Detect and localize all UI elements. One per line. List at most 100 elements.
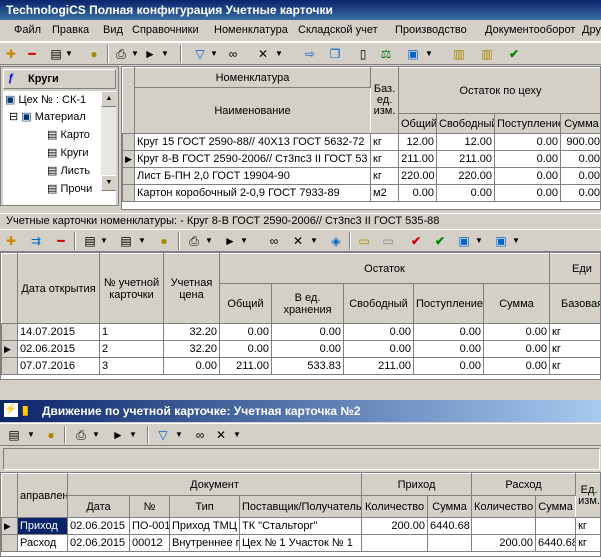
col-unit[interactable]: Баз. ед. изм. [370,67,399,134]
printer-icon[interactable]: ⎙ [186,233,202,249]
col-sum[interactable]: Сумма [560,113,600,134]
scroll-up-icon[interactable]: ▲ [101,91,116,107]
delete-icon[interactable]: ━ [53,233,69,249]
chevron-down-icon[interactable]: ▼ [240,233,248,249]
col-in-sum[interactable]: Сумма [427,495,473,518]
tools-icon[interactable]: ✕ [290,233,306,249]
tree-item-materials[interactable]: ⊟ ▣ Материал [9,110,86,127]
menu-file[interactable]: Файл [14,24,41,36]
document-icon[interactable]: ▤ [118,233,134,249]
menu-view[interactable]: Вид [103,24,123,36]
col-in-qty[interactable]: Количество [361,495,429,518]
chevron-down-icon[interactable]: ▼ [175,427,183,443]
printer-icon[interactable]: ⎙ [73,427,89,443]
open-folder-icon[interactable]: ▭ [356,233,372,249]
add-copy-icon[interactable]: ⇉ [28,233,44,249]
col-direction[interactable]: аправлен [17,473,68,518]
scan-icon[interactable]: ▣ [456,233,472,249]
chevron-down-icon[interactable]: ▼ [475,233,483,249]
col-price[interactable]: Учетная цена [163,253,220,324]
tree-item-other[interactable]: ▤ Прочи [47,182,92,199]
chevron-down-icon[interactable]: ▼ [100,233,108,249]
table-row-selected[interactable]: ▶ Приход 02.06.2015 ПО-001 Приход ТМЦ ТК… [1,517,600,535]
chevron-down-icon[interactable]: ▼ [512,233,520,249]
new-document-icon[interactable]: ▯ [355,46,371,62]
view-icon[interactable]: ▣ [493,233,509,249]
tools-icon[interactable]: ✕ [213,427,229,443]
play-icon[interactable]: ► [142,46,158,62]
menu-docflow[interactable]: Документооборот [485,24,575,36]
chevron-down-icon[interactable]: ▼ [425,46,433,62]
col-total[interactable]: Общий [219,283,272,324]
col-incoming[interactable]: Поступление [494,113,561,134]
chevron-down-icon[interactable]: ▼ [131,46,139,62]
lock-icon[interactable]: ● [156,233,172,249]
list-icon[interactable]: ▤ [6,427,22,443]
table-row[interactable]: Круг 15 ГОСТ 2590-88// 40Х13 ГОСТ 5632-7… [122,133,600,151]
col-free[interactable]: Свободный [436,113,495,134]
tree-item-sheets[interactable]: ▤ Листь [47,164,90,181]
col-doc-date[interactable]: Дата [67,495,130,518]
tree-item-cardboard[interactable]: ▤ Карто [47,128,90,145]
table-row[interactable]: Картон коробочный 2-0,9 ГОСТ 7933-89 м2 … [122,184,600,202]
binoculars-icon[interactable]: ∞ [225,46,241,62]
menu-production[interactable]: Производство [395,24,467,36]
lock-icon[interactable]: ● [43,427,59,443]
view-icon[interactable]: ▣ [405,46,421,62]
col-open-date[interactable]: Дата открытия [17,253,100,324]
chevron-down-icon[interactable]: ▼ [310,233,318,249]
scroll-down-icon[interactable]: ▼ [101,175,116,191]
add-icon[interactable]: ✚ [3,233,19,249]
list-icon[interactable]: ▤ [82,233,98,249]
col-incoming[interactable]: Поступление [413,283,484,324]
menu-directories[interactable]: Справочники [132,24,199,36]
filter-icon[interactable]: ▽ [192,46,208,62]
chevron-down-icon[interactable]: ▼ [275,46,283,62]
add-icon[interactable]: ✚ [3,46,19,62]
table-row[interactable]: Расход 02.06.2015 00012 Внутреннее п Цех… [1,534,600,552]
col-card-number[interactable]: № учетной карточки [99,253,164,324]
lock-icon[interactable]: ● [86,46,102,62]
info-icon[interactable]: ◈ [328,233,344,249]
chevron-down-icon[interactable]: ▼ [27,427,35,443]
table-row-selected[interactable]: ▶ Круг 8-В ГОСТ 2590-2006// Ст3пс3 II ГО… [122,150,600,168]
folder-icon[interactable]: ▭ [380,233,396,249]
tree-item-circles[interactable]: ▤ Круги [47,146,89,163]
copy-icon[interactable]: ❐ [327,46,343,62]
col-doc-num[interactable]: № [129,495,170,518]
col-name[interactable]: Наименование [134,87,371,134]
col-doc-type[interactable]: Тип [169,495,240,518]
filter-icon[interactable]: ▽ [155,427,171,443]
scales-icon[interactable]: ⚖ [378,46,394,62]
table-row-selected[interactable]: ▶ 02.06.2015 2 32.20 0.00 0.00 0.00 0.00… [1,340,600,358]
col-free[interactable]: Свободный [343,283,414,324]
col-partner[interactable]: Поставщик/Получатель [238,495,363,518]
col-sum[interactable]: Сумма [483,283,550,324]
printer-icon[interactable]: ⎙ [113,46,129,62]
document-icon[interactable]: ▤ [48,46,64,62]
tools-icon[interactable]: ✕ [255,46,271,62]
binoculars-icon[interactable]: ∞ [192,427,208,443]
col-base-unit[interactable]: Базовая [549,283,600,324]
chevron-down-icon[interactable]: ▼ [92,427,100,443]
uncheck-icon[interactable]: ✔ [408,233,424,249]
tree-scrollbar[interactable]: ▲ ▼ [100,91,116,191]
play-icon[interactable]: ► [110,427,126,443]
menu-edit[interactable]: Правка [52,24,89,36]
check-icon[interactable]: ✔ [432,233,448,249]
chevron-down-icon[interactable]: ▼ [205,233,213,249]
table-row[interactable]: 14.07.2015 1 32.20 0.00 0.00 0.00 0.00 0… [1,323,600,341]
col-total[interactable]: Общий [398,113,437,134]
play-icon[interactable]: ► [222,233,238,249]
menu-other[interactable]: Дру [582,24,601,36]
col-unit[interactable]: Ед. изм. [575,473,600,518]
report2-icon[interactable]: ▥ [479,46,495,62]
menu-nomenclature[interactable]: Номенклатура [214,24,288,36]
report-icon[interactable]: ▥ [451,46,467,62]
delete-icon[interactable]: ━ [24,46,40,62]
table-row[interactable]: Лист Б-ПН 2,0 ГОСТ 19904-90 кг 220.00 22… [122,167,600,185]
chevron-down-icon[interactable]: ▼ [233,427,241,443]
check-icon[interactable]: ✔ [506,46,522,62]
transfer-icon[interactable]: ⇨ [302,46,318,62]
chevron-down-icon[interactable]: ▼ [138,233,146,249]
